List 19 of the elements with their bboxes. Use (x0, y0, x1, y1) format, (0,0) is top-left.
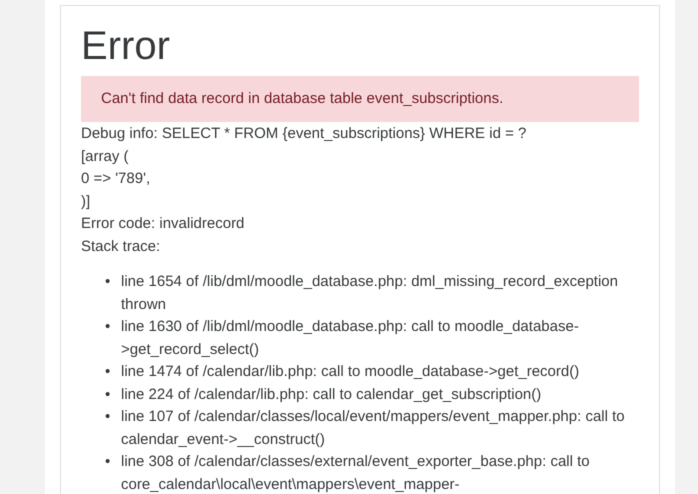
stack-trace-item: line 308 of /calendar/classes/external/event_exporter_base.php: call to core_calendar\local\event\mappers\event_mapper- (121, 452, 591, 494)
stack-trace-item: line 224 of /calendar/lib.php: call to calendar_get_subscription() (121, 384, 542, 404)
stack-trace-item: line 1630 of /lib/dml/moodle_database.php: call to moodle_database->get_record_select() (121, 317, 580, 360)
debug-line: )] (81, 192, 92, 212)
error-alert: Can't find data record in database table event_subscriptions. (81, 76, 639, 122)
error-heading: Error (81, 23, 171, 70)
debug-line: Error code: invalidrecord (81, 214, 246, 234)
list-bullet: • (105, 384, 112, 404)
debug-line: Debug info: SELECT * FROM {event_subscriptions} WHERE id = ? (81, 124, 528, 144)
list-bullet: • (105, 272, 112, 292)
list-bullet: • (105, 317, 112, 337)
debug-line: [array ( (81, 146, 130, 166)
list-bullet: • (105, 362, 112, 382)
debug-line: 0 => '789', (81, 169, 152, 189)
stack-trace-item: line 107 of /calendar/classes/local/event/mappers/event_mapper.php: call to calendar_event->__construct() (121, 407, 626, 450)
debug-line: Stack trace: (81, 236, 162, 256)
stack-trace-item: line 1474 of /calendar/lib.php: call to moodle_database->get_record() (121, 362, 580, 382)
list-bullet: • (105, 452, 112, 472)
list-bullet: • (105, 407, 112, 427)
